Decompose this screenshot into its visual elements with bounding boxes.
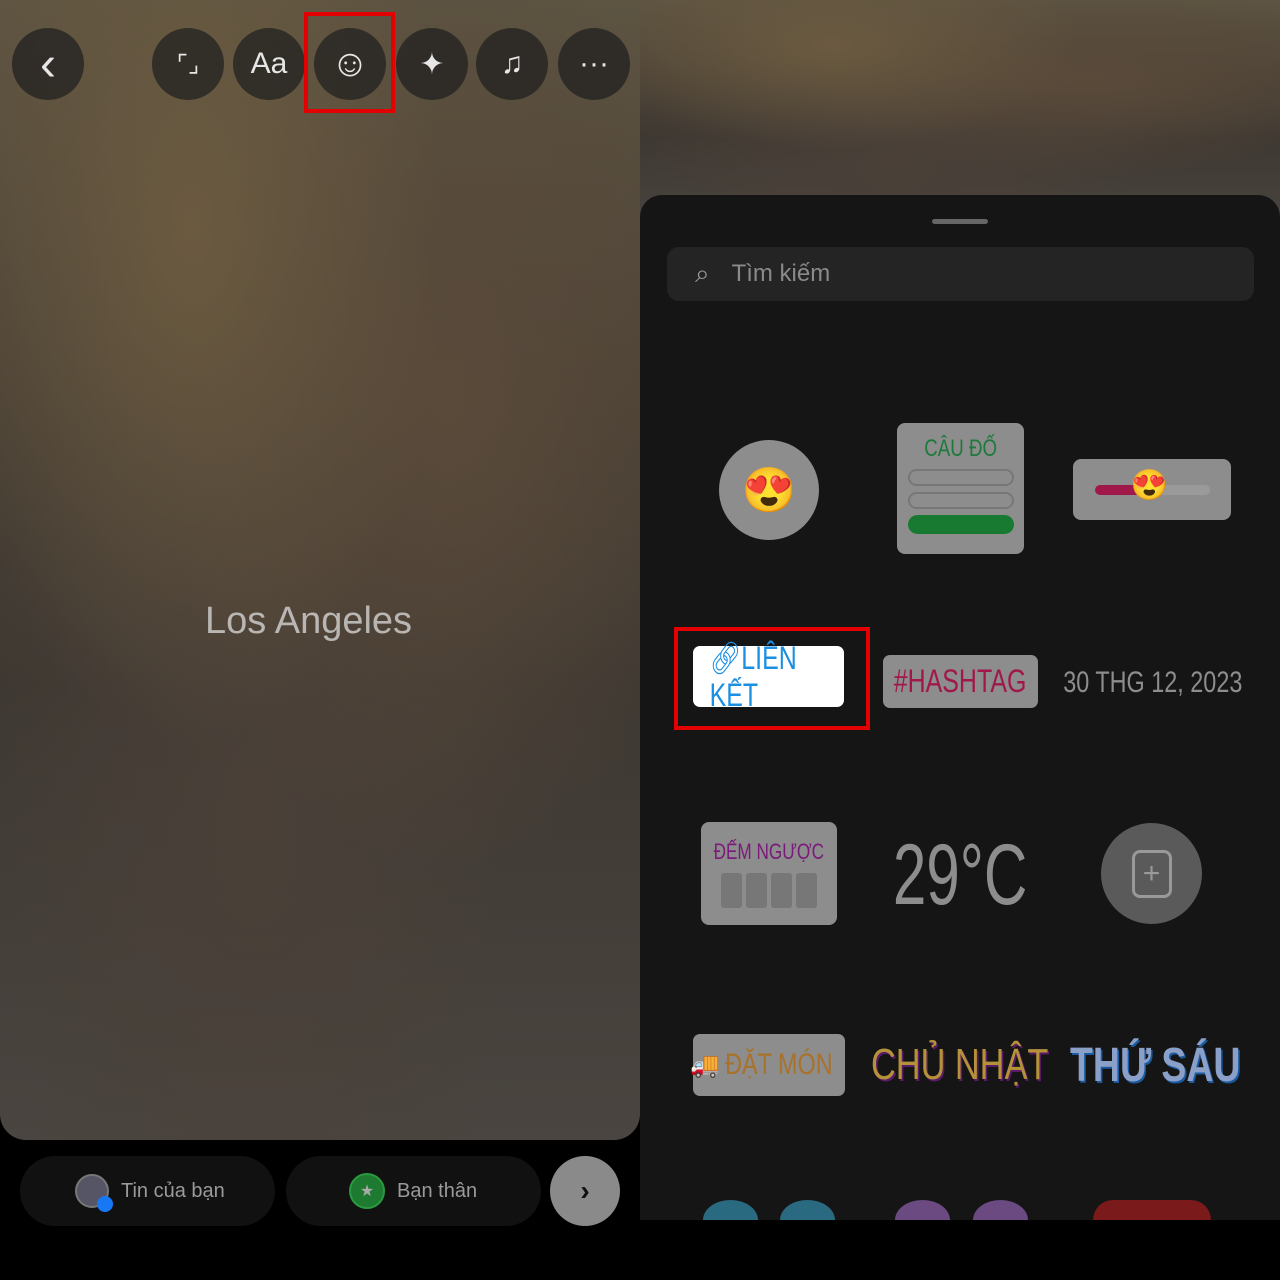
add-custom-sticker-button[interactable]: + — [1101, 823, 1202, 924]
story-photo — [0, 0, 640, 1140]
date-label: 30 THG 12, 2023 — [1062, 665, 1243, 699]
link-highlight-box — [674, 627, 870, 730]
chevron-left-icon: ‹ — [40, 37, 56, 91]
close-friends-label: Bạn thân — [397, 1179, 478, 1202]
close-friends-button[interactable]: ★ Bạn thân — [286, 1156, 541, 1226]
emoji-reaction-sticker[interactable]: 😍 — [719, 440, 819, 540]
avatar — [75, 1174, 113, 1212]
temperature-label: 29°C — [892, 826, 1028, 923]
hashtag-sticker[interactable]: #HASHTAG — [883, 655, 1038, 708]
text-button[interactable]: Aa — [233, 28, 305, 100]
text-label: Aa — [250, 47, 288, 80]
quiz-sticker[interactable]: CÂU ĐỐ — [897, 423, 1024, 554]
star-icon: ★ — [349, 1173, 385, 1209]
sticker-search-input[interactable]: ⌕ Tìm kiếm — [667, 247, 1254, 301]
your-story-button[interactable]: Tin của bạn — [20, 1156, 275, 1226]
friday-label: THỨ SÁU — [1069, 1038, 1241, 1092]
delivery-truck-icon: 🚚 — [690, 1051, 721, 1079]
resize-button[interactable]: ⌜⌟ — [152, 28, 224, 100]
location-caption[interactable]: Los Angeles — [205, 600, 412, 643]
sticker-tray: ⌕ Tìm kiếm 😍 CÂU ĐỐ 😍 🔗︎LIÊN KẾT #HASHTA… — [640, 195, 1280, 1220]
emoji: 😍 — [741, 466, 797, 515]
drag-handle[interactable] — [932, 219, 988, 224]
sunday-sticker[interactable]: CHỦ NHẬT — [865, 1035, 1055, 1095]
sticker-highlight-box — [304, 12, 395, 113]
countdown-label: ĐẾM NGƯỢC — [713, 839, 825, 864]
slider-track: 😍 — [1094, 469, 1210, 502]
temperature-sticker[interactable]: 29°C — [870, 825, 1050, 925]
slider-emoji: 😍 — [1130, 468, 1168, 502]
countdown-digits — [721, 873, 817, 908]
chevron-right-icon: › — [580, 1175, 590, 1206]
sparkles-icon: ✦ — [419, 47, 445, 81]
quiz-option — [907, 469, 1014, 486]
more-button[interactable]: ··· — [558, 28, 630, 100]
music-note-icon: ♫ — [500, 47, 524, 80]
food-order-sticker[interactable]: 🚚 ĐẶT MÓN — [690, 1034, 845, 1096]
add-sticker-icon: + — [1131, 849, 1172, 898]
friday-sticker[interactable]: THỨ SÁU — [1060, 1035, 1250, 1095]
your-story-label: Tin của bạn — [121, 1179, 225, 1202]
expand-icon: ⌜⌟ — [176, 50, 200, 78]
sunday-label: CHỦ NHẬT — [871, 1040, 1049, 1089]
more-icon: ··· — [579, 47, 609, 80]
food-order-label: ĐẶT MÓN — [725, 1048, 833, 1081]
quiz-option-correct — [907, 515, 1014, 534]
search-icon: ⌕ — [695, 258, 710, 288]
next-button[interactable]: › — [550, 1156, 620, 1226]
effects-button[interactable]: ✦ — [396, 28, 468, 100]
back-button[interactable]: ‹ — [12, 28, 84, 100]
quiz-option — [907, 492, 1014, 509]
facebook-icon — [97, 1196, 113, 1212]
bottom-bar — [640, 1220, 1280, 1280]
quiz-label: CÂU ĐỐ — [924, 435, 997, 462]
search-placeholder: Tìm kiếm — [731, 260, 831, 287]
music-button[interactable]: ♫ — [476, 28, 548, 100]
countdown-sticker[interactable]: ĐẾM NGƯỢC — [701, 822, 837, 925]
date-sticker[interactable]: 30 THG 12, 2023 — [1060, 660, 1245, 705]
slider-sticker[interactable]: 😍 — [1073, 459, 1231, 520]
hashtag-label: #HASHTAG — [894, 663, 1027, 699]
